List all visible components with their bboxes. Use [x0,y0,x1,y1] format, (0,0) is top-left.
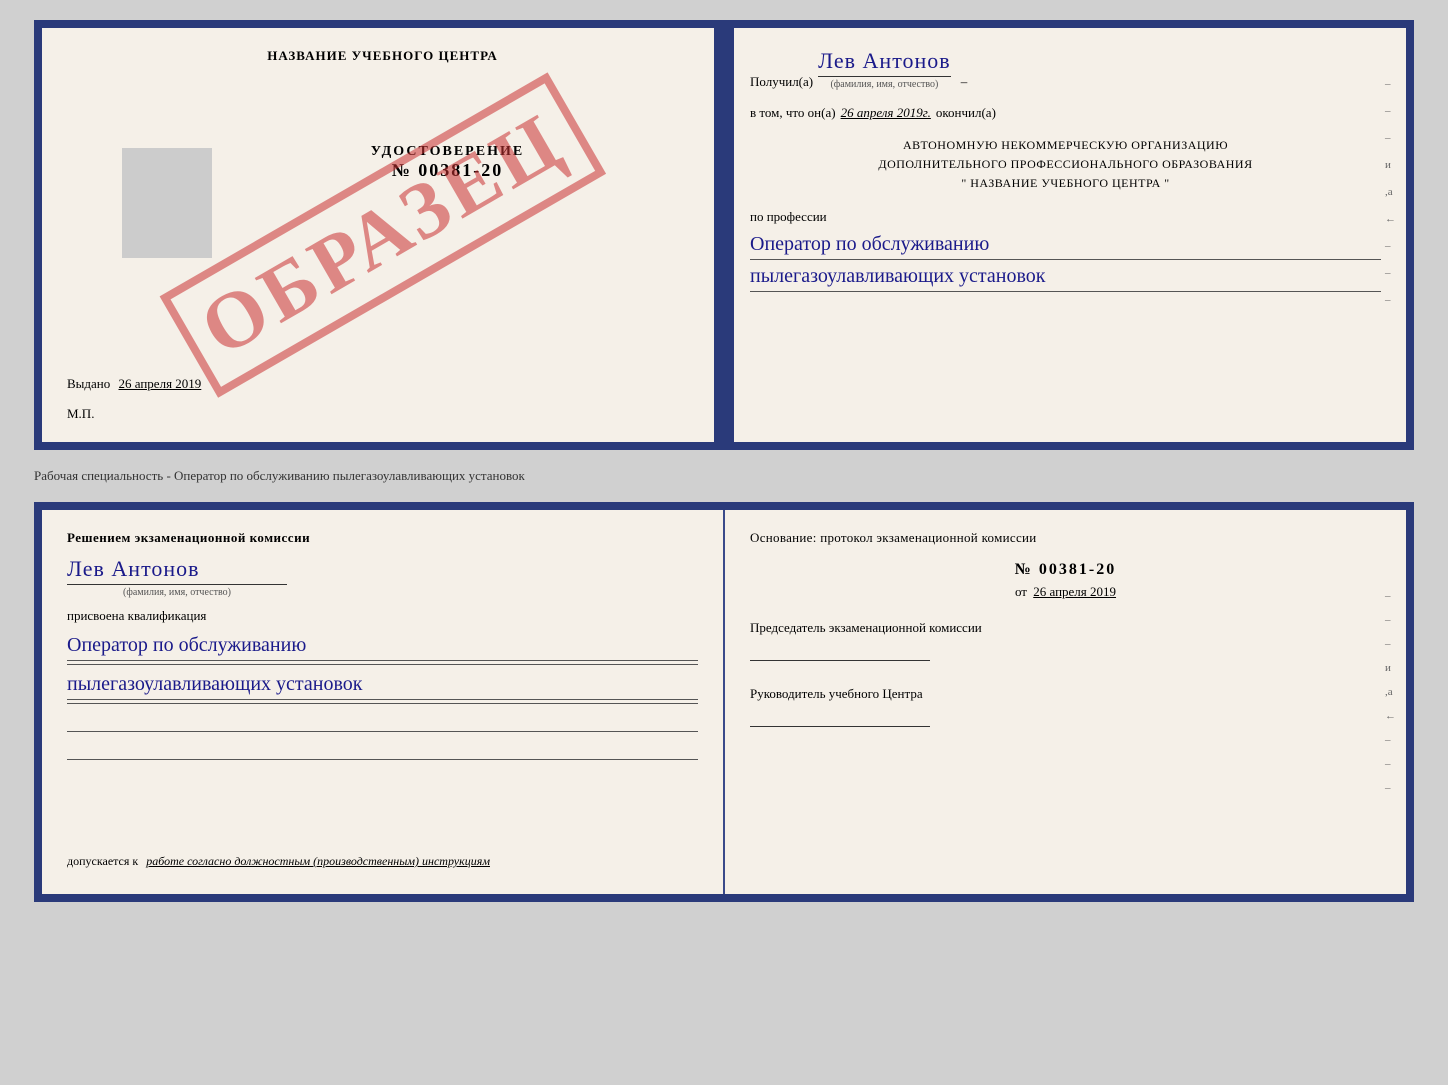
issued-date: 26 апреля 2019 [119,376,202,391]
bottom-certificate-book: Решением экзаменационной комиссии Лев Ан… [34,502,1414,902]
date-prefix-bottom: от [1015,584,1027,599]
certificate-label: УДОСТОВЕРЕНИЕ [197,144,698,160]
top-left-page: НАЗВАНИЕ УЧЕБНОГО ЦЕНТРА УДОСТОВЕРЕНИЕ №… [42,28,725,442]
profession-line1: Оператор по обслуживанию [750,233,1381,260]
training-center-title: НАЗВАНИЕ УЧЕБНОГО ЦЕНТРА [67,48,698,64]
org-line3: " НАЗВАНИЕ УЧЕБНОГО ЦЕНТРА " [750,174,1381,193]
profession-line2: пылегазоулавливающих установок [750,265,1381,292]
side-marks-top: – – – и ,а ← – – – [1385,78,1396,306]
obrazec-stamp: ОБРАЗЕЦ [159,72,606,397]
recipient-name: Лев Антонов [818,48,951,73]
top-right-page: Получил(а) Лев Антонов (фамилия, имя, от… [725,28,1406,442]
org-line1: АВТОНОМНУЮ НЕКОММЕРЧЕСКУЮ ОРГАНИЗАЦИЮ [750,136,1381,155]
date-prefix: в том, что он(а) [750,105,836,121]
chairman-signature-line [750,641,930,661]
mp-stamp: М.П. [67,406,94,422]
director-label: Руководитель учебного Центра [750,686,1381,702]
issued-label: Выдано [67,376,110,391]
person-name: Лев Антонов [67,556,200,581]
completion-date: 26 апреля 2019г. [841,105,931,121]
photo-placeholder [122,148,212,258]
side-marks-bottom: – – – и ,а ← – – – [1385,590,1396,794]
bottom-fio-label: (фамилия, имя, отчество) [67,584,287,598]
book-spine [714,28,734,442]
qual-line2: пылегазоулавливающих установок [67,673,698,700]
protocol-date: 26 апреля 2019 [1033,584,1116,599]
org-line2: ДОПОЛНИТЕЛЬНОГО ПРОФЕССИОНАЛЬНОГО ОБРАЗО… [750,155,1381,174]
bottom-right-page: Основание: протокол экзаменационной коми… [725,510,1406,894]
bottom-protocol-number: № 00381-20 [750,561,1381,579]
fio-label: (фамилия, имя, отчество) [818,76,951,90]
completed-label: окончил(а) [936,105,996,121]
director-signature-line [750,707,930,727]
profession-label: по профессии [750,209,827,224]
allowed-text: работе согласно должностным (производств… [146,854,490,868]
assigned-label: присвоена квалификация [67,608,206,623]
bottom-left-page: Решением экзаменационной комиссии Лев Ан… [42,510,725,894]
top-certificate-book: НАЗВАНИЕ УЧЕБНОГО ЦЕНТРА УДОСТОВЕРЕНИЕ №… [34,20,1414,450]
certificate-number: № 00381-20 [197,160,698,181]
chairman-label: Председатель экзаменационной комиссии [750,620,1381,636]
basis-label: Основание: протокол экзаменационной коми… [750,530,1381,546]
middle-specialty-text: Рабочая специальность - Оператор по обсл… [34,460,1414,492]
decision-text: Решением экзаменационной комиссии [67,530,698,546]
qual-line1: Оператор по обслуживанию [67,634,698,661]
received-label: Получил(а) [750,74,813,90]
allowed-prefix: допускается к [67,854,138,868]
